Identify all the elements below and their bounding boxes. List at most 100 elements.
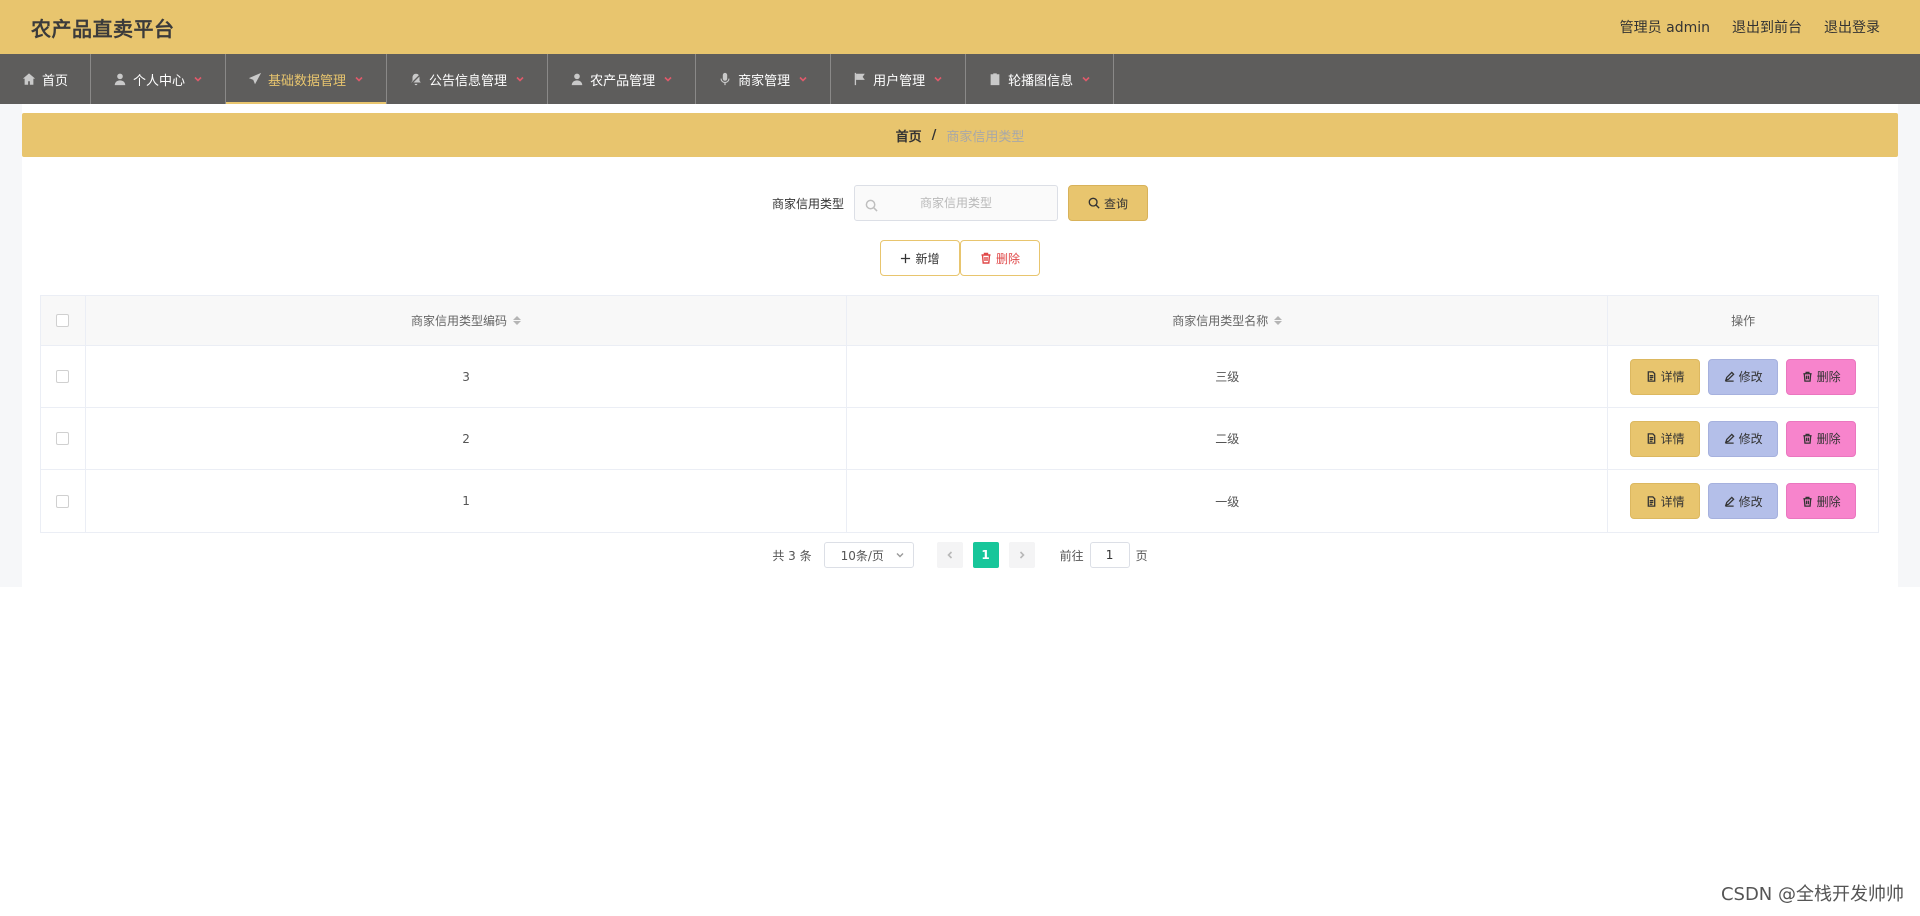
- nav-item-user[interactable]: 用户管理: [831, 54, 967, 104]
- chevron-down-icon: [798, 74, 808, 84]
- breadcrumb-home[interactable]: 首页: [896, 126, 922, 145]
- column-header-name[interactable]: 商家信用类型名称: [847, 296, 1609, 345]
- edit-button[interactable]: 修改: [1708, 420, 1779, 457]
- page-jump-input[interactable]: [1089, 542, 1130, 568]
- row-checkbox[interactable]: [56, 494, 70, 508]
- admin-label: 管理员 admin: [1619, 20, 1710, 36]
- delete-button-label: 删除: [1816, 432, 1841, 446]
- detail-button-label: 详情: [1660, 432, 1685, 446]
- microphone-icon: [718, 72, 732, 86]
- edit-button[interactable]: 修改: [1708, 483, 1779, 519]
- detail-button[interactable]: 详情: [1630, 420, 1701, 457]
- table-row: 2 二级 详情 修改 删除: [41, 408, 1878, 470]
- select-all-checkbox[interactable]: [56, 314, 70, 327]
- edit-button-label: 修改: [1738, 432, 1763, 446]
- document-icon: [1647, 433, 1655, 444]
- top-header: 农产品直卖平台 管理员 admin 退出到前台 退出登录: [0, 0, 1920, 54]
- chevron-down-icon: [1081, 74, 1091, 84]
- table-row: 1 一级 详情 修改 删除: [41, 470, 1878, 532]
- page-size-select[interactable]: 10条/页: [823, 542, 914, 568]
- paper-plane-icon: [248, 72, 262, 86]
- prev-page-button[interactable]: [936, 542, 963, 568]
- nav-item-product[interactable]: 农产品管理: [548, 54, 697, 104]
- document-icon: [1647, 371, 1655, 382]
- edit-button-label: 修改: [1738, 370, 1763, 384]
- pagination: 共 3 条 10条/页 1 前往 页: [22, 542, 1898, 568]
- cell-ops: 详情 修改 删除: [1608, 470, 1878, 532]
- cell-name: 三级: [847, 346, 1609, 407]
- cell-code: 3: [86, 346, 848, 407]
- cell-name: 一级: [847, 470, 1609, 532]
- edit-icon: [1724, 495, 1735, 507]
- search-label: 商家信用类型: [771, 196, 844, 211]
- table-header: 商家信用类型编码 商家信用类型名称 操作: [41, 296, 1878, 346]
- query-button[interactable]: 查询: [1068, 185, 1148, 221]
- detail-button[interactable]: 详情: [1630, 483, 1701, 519]
- exit-to-front-link[interactable]: 退出到前台: [1732, 17, 1802, 37]
- chevron-down-icon: [193, 74, 203, 84]
- bell-off-icon: [409, 72, 423, 86]
- sort-icon[interactable]: [513, 316, 522, 325]
- delete-button[interactable]: 删除: [1786, 420, 1857, 457]
- header-actions: 管理员 admin 退出到前台 退出登录: [1620, 17, 1880, 37]
- chevron-down-icon: [515, 74, 525, 84]
- nav-item-carousel[interactable]: 轮播图信息: [966, 54, 1115, 104]
- cell-ops: 详情 修改 删除: [1608, 346, 1878, 407]
- edit-button[interactable]: 修改: [1708, 358, 1779, 395]
- chevron-left-icon: [946, 551, 952, 559]
- nav-item-personal-center[interactable]: 个人中心: [91, 54, 227, 104]
- nav-item-label: 用户管理: [873, 73, 926, 89]
- trash-icon: [981, 252, 991, 264]
- detail-button[interactable]: 详情: [1630, 358, 1701, 395]
- sort-icon[interactable]: [1274, 316, 1283, 325]
- row-select-cell: [41, 346, 86, 407]
- user-icon: [570, 72, 584, 86]
- chevron-right-icon: [1019, 551, 1025, 559]
- row-select-cell: [41, 408, 86, 469]
- query-button-label: 查询: [1103, 196, 1128, 211]
- nav-item-home[interactable]: 首页: [0, 54, 92, 104]
- page-number-current[interactable]: 1: [972, 542, 999, 568]
- row-select-cell: [41, 470, 86, 532]
- user-icon: [113, 72, 127, 86]
- search-icon: [865, 197, 878, 212]
- search-input[interactable]: [855, 186, 1057, 220]
- home-icon: [22, 72, 36, 86]
- row-checkbox[interactable]: [56, 432, 70, 445]
- chevron-down-icon: [663, 74, 673, 84]
- nav-item-notice[interactable]: 公告信息管理: [387, 54, 549, 104]
- breadcrumb-current: 商家信用类型: [946, 129, 1025, 145]
- next-page-button[interactable]: [1008, 542, 1035, 568]
- edit-icon: [1724, 433, 1735, 444]
- nav-item-label: 公告信息管理: [429, 73, 508, 89]
- document-icon: [1647, 495, 1655, 507]
- page-jump-unit: 页: [1135, 548, 1148, 563]
- delete-button[interactable]: 删除: [1786, 483, 1857, 519]
- watermark: CSDN @全栈开发帅帅: [1720, 884, 1904, 905]
- add-button[interactable]: 新增: [880, 240, 960, 276]
- flag-icon: [853, 72, 867, 86]
- column-header-code[interactable]: 商家信用类型编码: [86, 296, 848, 345]
- cell-code: 2: [86, 408, 848, 469]
- nav-item-label: 个人中心: [133, 73, 186, 89]
- page-jump: 前往 页: [1060, 542, 1148, 568]
- row-checkbox[interactable]: [56, 370, 70, 383]
- nav-item-basic-data[interactable]: 基础数据管理: [226, 54, 388, 104]
- nav-item-label: 农产品管理: [590, 73, 656, 89]
- column-header-label: 操作: [1731, 314, 1756, 328]
- logout-link[interactable]: 退出登录: [1824, 17, 1880, 37]
- page-size-value: 10条/页: [840, 548, 884, 563]
- table-row: 3 三级 详情 修改 删除: [41, 346, 1878, 408]
- cell-name: 二级: [847, 408, 1609, 469]
- plus-icon: [901, 253, 911, 263]
- cell-ops: 详情 修改 删除: [1608, 408, 1878, 469]
- column-header-ops: 操作: [1608, 296, 1878, 345]
- nav-item-merchant[interactable]: 商家管理: [696, 54, 832, 104]
- nav-item-label: 轮播图信息: [1008, 73, 1074, 89]
- delete-button-label: 删除: [1816, 370, 1841, 384]
- clipboard-icon: [988, 72, 1002, 86]
- batch-delete-button[interactable]: 删除: [960, 240, 1040, 276]
- delete-button[interactable]: 删除: [1786, 358, 1857, 395]
- delete-button-label: 删除: [1816, 494, 1841, 509]
- chevron-down-icon: [933, 74, 943, 84]
